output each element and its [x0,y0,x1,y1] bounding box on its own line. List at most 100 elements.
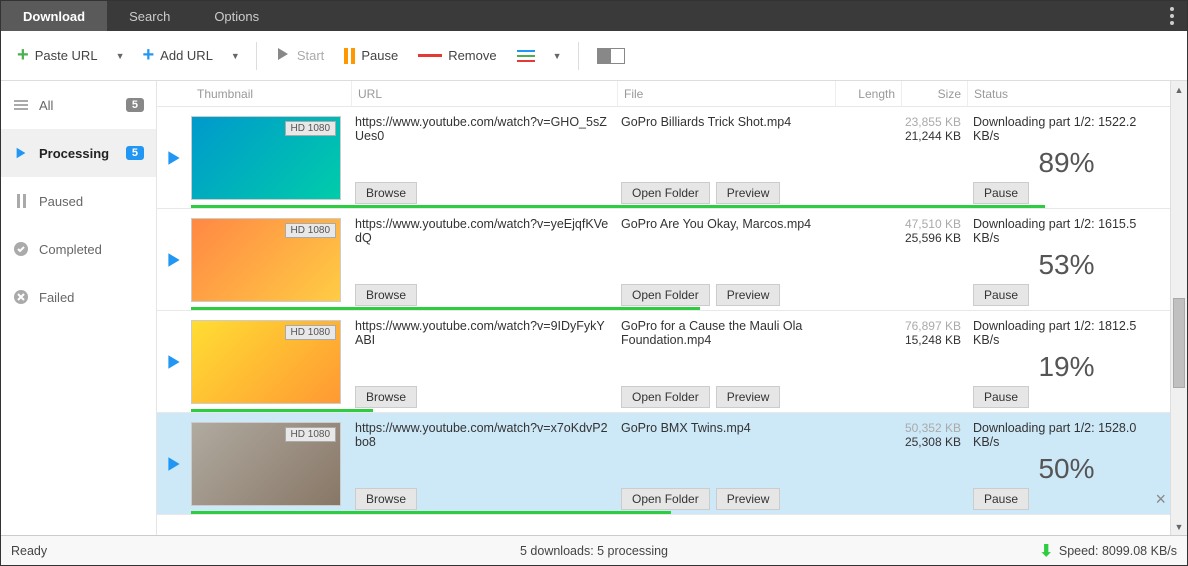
status-message: Downloading part 1/2: 1812.5 KB/s [973,319,1160,347]
row-pause-button[interactable]: Pause [973,488,1029,510]
open-folder-button[interactable]: Open Folder [621,182,710,204]
sidebar: All 5 Processing 5 Paused Completed Fail… [1,81,157,535]
progress-percent: 50% [973,453,1160,485]
priority-button[interactable] [511,46,541,66]
header-thumbnail[interactable]: Thumbnail [191,81,351,106]
preview-button[interactable]: Preview [716,488,781,510]
sidebar-item-label: Paused [39,194,144,209]
priority-dropdown[interactable]: ▼ [549,51,566,61]
tab-bar: Download Search Options [1,1,1187,31]
length-cell [835,311,901,412]
thumbnail[interactable]: HD 1080 [191,413,351,514]
thumbnail[interactable]: HD 1080 [191,107,351,208]
sidebar-item-paused[interactable]: Paused [1,177,156,225]
preview-button[interactable]: Preview [716,182,781,204]
open-folder-button[interactable]: Open Folder [621,284,710,306]
browse-button[interactable]: Browse [355,386,417,408]
header-file[interactable]: File [617,81,835,106]
sidebar-item-all[interactable]: All 5 [1,81,156,129]
status-message: Downloading part 1/2: 1615.5 KB/s [973,217,1160,245]
scroll-thumb[interactable] [1173,298,1185,388]
count-badge: 5 [126,98,144,112]
browse-button[interactable]: Browse [355,284,417,306]
remove-button[interactable]: Remove [412,44,502,67]
progress-bar [191,409,373,412]
header-status[interactable]: Status [967,81,1170,106]
tab-search[interactable]: Search [107,1,192,31]
priority-icon [517,50,535,62]
tab-options[interactable]: Options [192,1,281,31]
sidebar-item-failed[interactable]: Failed [1,273,156,321]
speed-icon: ⬇ [1039,541,1052,561]
play-icon [275,46,291,65]
close-icon[interactable]: × [1155,489,1166,510]
add-url-label: Add URL [160,48,213,63]
status-speed: Speed: 8099.08 KB/s [1059,544,1177,558]
browse-button[interactable]: Browse [355,182,417,204]
download-row[interactable]: HD 1080 https://www.youtube.com/watch?v=… [157,107,1170,209]
sidebar-item-completed[interactable]: Completed [1,225,156,273]
paste-url-label: Paste URL [35,48,98,63]
header-url[interactable]: URL [351,81,617,106]
browse-button[interactable]: Browse [355,488,417,510]
sidebar-item-label: Completed [39,242,144,257]
pause-button[interactable]: Pause [338,44,404,68]
open-folder-button[interactable]: Open Folder [621,488,710,510]
toolbar: + Paste URL ▼ + Add URL ▼ Start Pause Re… [1,31,1187,81]
count-badge: 5 [126,146,144,160]
size-done: 15,248 KB [901,333,961,347]
add-url-button[interactable]: + Add URL [136,40,218,71]
check-icon [13,241,29,257]
size-done: 21,244 KB [901,129,961,143]
pause-icon [344,48,355,64]
download-row[interactable]: HD 1080 https://www.youtube.com/watch?v=… [157,209,1170,311]
row-pause-button[interactable]: Pause [973,284,1029,306]
x-icon [13,289,29,305]
row-play-button[interactable] [157,311,191,412]
start-label: Start [297,48,324,63]
length-cell [835,107,901,208]
row-play-button[interactable] [157,413,191,514]
paste-url-button[interactable]: + Paste URL [11,40,104,71]
open-folder-button[interactable]: Open Folder [621,386,710,408]
scroll-up-icon[interactable]: ▲ [1171,81,1187,98]
header-length[interactable]: Length [835,81,901,106]
preview-button[interactable]: Preview [716,284,781,306]
row-play-button[interactable] [157,209,191,310]
thumbnail[interactable]: HD 1080 [191,209,351,310]
filename-text: GoPro Are You Okay, Marcos.mp4 [621,217,829,231]
scroll-track[interactable] [1171,98,1187,518]
header-size[interactable]: Size [901,81,967,106]
download-row[interactable]: HD 1080 https://www.youtube.com/watch?v=… [157,311,1170,413]
sidebar-item-label: Failed [39,290,144,305]
download-list: HD 1080 https://www.youtube.com/watch?v=… [157,107,1170,535]
remove-icon [418,54,442,57]
sidebar-item-label: All [39,98,116,113]
start-button[interactable]: Start [269,42,330,69]
quality-badge: HD 1080 [285,223,336,238]
add-url-dropdown[interactable]: ▼ [227,51,244,61]
plus-icon: + [17,44,29,67]
scroll-down-icon[interactable]: ▼ [1171,518,1187,535]
view-toggle[interactable] [591,44,631,68]
size-total: 23,855 KB [901,115,961,129]
download-row[interactable]: HD 1080 https://www.youtube.com/watch?v=… [157,413,1170,515]
paste-url-dropdown[interactable]: ▼ [112,51,129,61]
row-pause-button[interactable]: Pause [973,182,1029,204]
thumbnail[interactable]: HD 1080 [191,311,351,412]
row-pause-button[interactable]: Pause [973,386,1029,408]
tab-download[interactable]: Download [1,1,107,31]
sidebar-item-label: Processing [39,146,116,161]
pause-label: Pause [361,48,398,63]
vertical-scrollbar[interactable]: ▲ ▼ [1170,81,1187,535]
column-headers: Thumbnail URL File Length Size Status [157,81,1170,107]
preview-button[interactable]: Preview [716,386,781,408]
sidebar-item-processing[interactable]: Processing 5 [1,129,156,177]
menu-icon[interactable] [1157,1,1187,31]
row-play-button[interactable] [157,107,191,208]
url-text: https://www.youtube.com/watch?v=x7oKdvP2… [355,421,611,449]
list-icon [13,97,29,113]
status-ready: Ready [11,544,400,558]
progress-bar [191,511,671,514]
progress-percent: 89% [973,147,1160,179]
